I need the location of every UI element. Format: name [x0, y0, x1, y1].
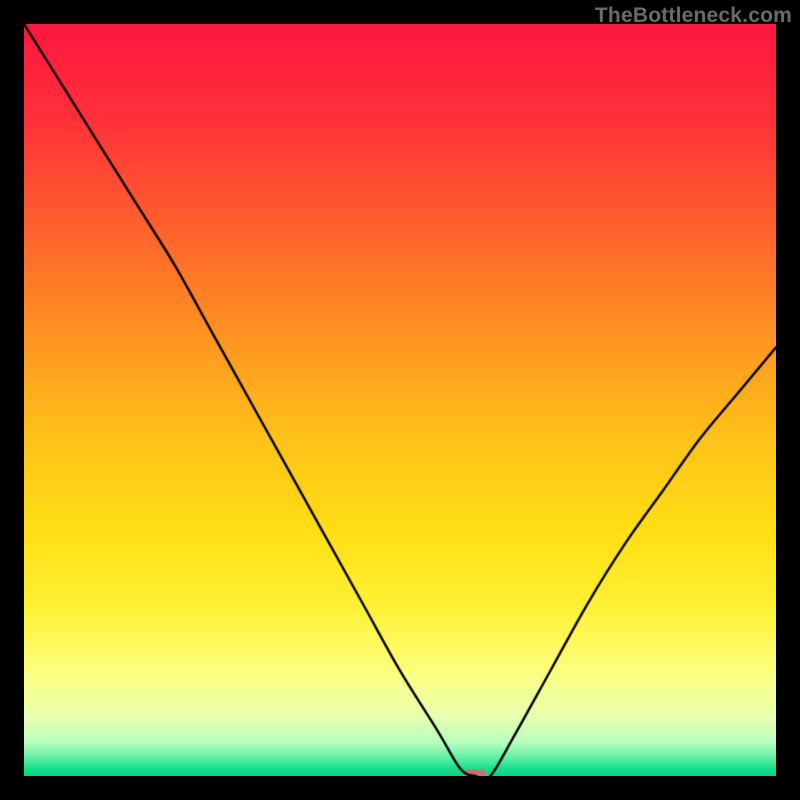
bottleneck-chart: TheBottleneck.com: [0, 0, 800, 800]
bottleneck-curve: [24, 24, 776, 776]
plot-area: [24, 24, 776, 776]
